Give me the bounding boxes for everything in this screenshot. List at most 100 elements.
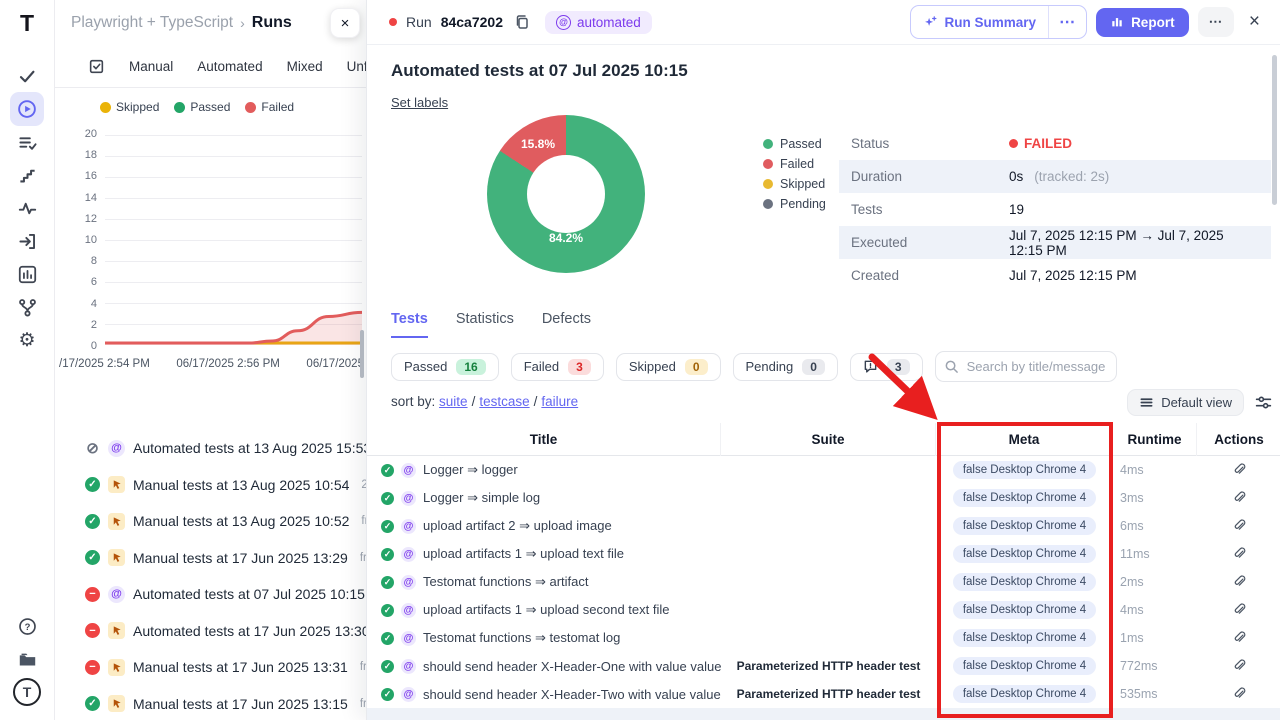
attachment-icon[interactable] (1232, 603, 1246, 617)
filter-chip[interactable]: Skipped 0 (616, 353, 721, 381)
app-logo[interactable]: T (20, 10, 34, 37)
run-list-item[interactable]: ✓−⊘ @ Manual tests at 13 Aug 2025 10:52 … (55, 503, 366, 540)
copy-run-id-button[interactable] (512, 12, 532, 32)
attachment-icon[interactable] (1232, 463, 1246, 477)
column-header[interactable]: Runtime (1113, 423, 1197, 456)
user-avatar[interactable]: T (10, 675, 44, 709)
results-donut-chart[interactable]: 15.8% 84.2% (487, 115, 645, 273)
legend-dot (245, 102, 256, 113)
run-list-item[interactable]: ✓−⊘ @ Manual tests at 17 Jun 2025 13:15 … (55, 686, 366, 720)
runs-tab[interactable]: Automated (197, 59, 262, 74)
svg-text:?: ? (24, 622, 30, 633)
attachment-icon[interactable] (1232, 659, 1246, 673)
detail-scrollbar[interactable] (1272, 55, 1277, 205)
actions-cell (1197, 603, 1280, 617)
sidebar-item-pulse[interactable] (10, 191, 44, 225)
sidebar-item-projects[interactable] (10, 642, 44, 676)
more-actions-button[interactable]: ⋯ (1198, 7, 1234, 37)
sidebar-item-help[interactable]: ? (10, 609, 44, 643)
meta-cell: false Desktop Chrome 4 (936, 629, 1113, 647)
column-header[interactable]: Suite (721, 423, 936, 456)
sidebar-item-settings[interactable]: ⚙ (10, 323, 44, 357)
panel-close-button[interactable]: × (330, 8, 360, 38)
run-title: Manual tests at 13 Aug 2025 10:52 (133, 513, 349, 529)
attachment-icon[interactable] (1232, 547, 1246, 561)
run-list-item[interactable]: ✓−⊘ @ Automated tests at 17 Jun 2025 13:… (55, 613, 366, 650)
info-value: Jul 7, 2025 12:15 PM → Jul 7, 2025 12:15… (1009, 228, 1259, 258)
table-row[interactable]: ✓ @ upload artifacts 1 ⇒ upload second t… (367, 596, 1280, 624)
attachment-icon[interactable] (1232, 491, 1246, 505)
table-row[interactable]: ✓ @ Testomat functions ⇒ artifact false … (367, 568, 1280, 596)
avatar-logo: T (13, 678, 41, 706)
search-box (935, 351, 1117, 382)
table-row[interactable]: ✓ @ should send header X-Header-One with… (367, 652, 1280, 680)
detail-close-button[interactable]: × (1243, 9, 1266, 35)
filter-chip-count: 16 (456, 359, 485, 375)
filter-chip[interactable]: Passed 16 (391, 353, 499, 381)
table-row[interactable]: ✓ @ upload artifacts 1 ⇒ upload text fil… (367, 540, 1280, 568)
table-row[interactable]: ✓ @ upload artifact 2 ⇒ upload image fal… (367, 512, 1280, 540)
sidebar-item-branches[interactable] (10, 290, 44, 324)
comments-filter-chip[interactable]: 3 (850, 353, 923, 381)
sidebar-item-runs[interactable] (10, 92, 44, 126)
runs-tab[interactable]: Manual (129, 59, 173, 74)
table-row[interactable]: ✓ @ Testomat functions ⇒ testomat log fa… (367, 624, 1280, 652)
attachment-icon[interactable] (1232, 519, 1246, 533)
test-title: Testomat functions ⇒ testomat log (423, 630, 620, 646)
automated-icon: @ (401, 463, 416, 478)
set-labels-link[interactable]: Set labels (391, 95, 448, 110)
table-row[interactable]: ✓ @ Logger ⇒ logger false Desktop Chrome… (367, 456, 1280, 484)
detail-tab[interactable]: Defects (542, 311, 591, 338)
legend-dot (100, 102, 111, 113)
column-header[interactable]: Title (367, 423, 721, 456)
automated-icon: @ (401, 603, 416, 618)
search-input[interactable] (935, 351, 1117, 382)
run-list-item[interactable]: ✓−⊘ @ Manual tests at 17 Jun 2025 13:29 … (55, 540, 366, 577)
run-list-item[interactable]: ✓−⊘ @ Manual tests at 17 Jun 2025 13:31 … (55, 649, 366, 686)
run-list-item[interactable]: ✓−⊘ @ Manual tests at 13 Aug 2025 10:54 … (55, 467, 366, 504)
left-panel-scrollbar[interactable] (360, 330, 364, 378)
donut-legend-label: Passed (780, 137, 822, 151)
info-label: Status (851, 136, 1009, 151)
sidebar-item-analytics[interactable] (10, 257, 44, 291)
info-row: Duration 0s(tracked: 2s) (839, 160, 1271, 193)
default-view-button[interactable]: Default view (1127, 389, 1244, 416)
passed-icon: ✓ (381, 548, 394, 561)
sort-link[interactable]: suite (439, 394, 479, 409)
sidebar-item-test-plans[interactable] (10, 125, 44, 159)
sort-link[interactable]: failure (541, 394, 578, 409)
test-title: Logger ⇒ logger (423, 462, 518, 478)
filter-chip[interactable]: Pending 0 (733, 353, 838, 381)
sidebar-item-steps[interactable] (10, 158, 44, 192)
runtime-cell: 11ms (1113, 547, 1197, 561)
run-list-item[interactable]: ✓−⊘ @ Automated tests at 13 Aug 2025 15:… (55, 430, 366, 467)
detail-tab[interactable]: Tests (391, 311, 428, 338)
select-runs-icon[interactable] (88, 58, 105, 75)
attachment-icon[interactable] (1232, 631, 1246, 645)
table-row[interactable]: ✓ @ Logger ⇒ simple log false Desktop Ch… (367, 484, 1280, 512)
run-list-item[interactable]: ✓−⊘ @ Automated tests at 07 Jul 2025 10:… (55, 576, 366, 613)
attachment-icon[interactable] (1232, 575, 1246, 589)
run-summary-button[interactable]: Run Summary (911, 6, 1049, 38)
y-tick: 16 (85, 170, 97, 182)
automated-badge[interactable]: @ automated (545, 11, 652, 34)
legend-label: Skipped (116, 100, 159, 114)
sidebar-item-tests[interactable] (10, 59, 44, 93)
sort-link[interactable]: testcase (479, 394, 541, 409)
table-row[interactable]: ✓ @ should send header X-Header-Two with… (367, 680, 1280, 708)
detail-tab[interactable]: Statistics (456, 311, 514, 338)
runs-trend-chart[interactable] (105, 135, 362, 345)
attachment-icon[interactable] (1232, 687, 1246, 701)
runs-tab[interactable]: Mixed (287, 59, 323, 74)
sidebar-item-import[interactable] (10, 224, 44, 258)
run-title: Automated tests at 13 Aug 2025 15:53 (133, 440, 366, 456)
filter-chip[interactable]: Failed 3 (511, 353, 604, 381)
breadcrumb-project[interactable]: Playwright + TypeScript (71, 14, 233, 32)
runs-tab[interactable]: Unfinished (347, 59, 366, 74)
run-summary-more-button[interactable]: ⋯ (1048, 6, 1086, 38)
report-button[interactable]: Report (1096, 8, 1189, 37)
column-settings-icon[interactable] (1255, 394, 1272, 411)
column-header[interactable]: Actions (1197, 423, 1280, 456)
column-header[interactable]: Meta (936, 423, 1113, 456)
test-title: upload artifacts 1 ⇒ upload text file (423, 546, 624, 562)
